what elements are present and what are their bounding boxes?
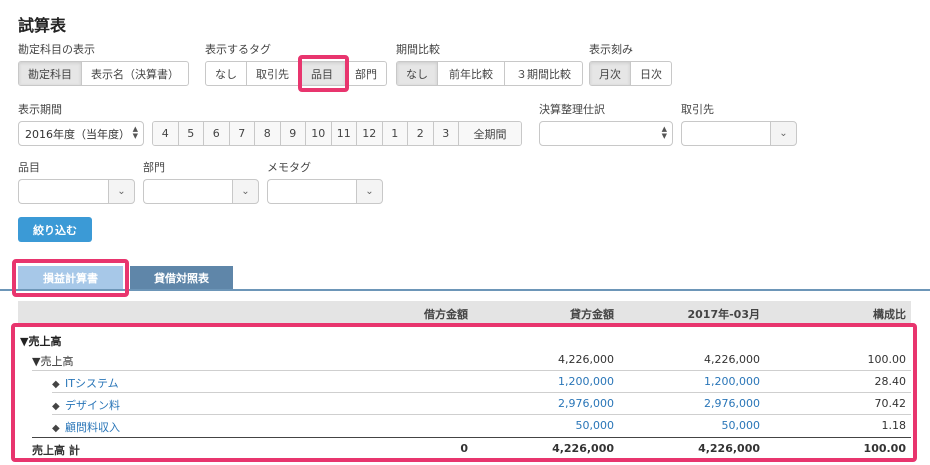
row-name: 売上高 計 — [32, 444, 80, 457]
closing-label: 決算整理仕訳 — [539, 103, 605, 116]
partner-combobox: ⌄ — [681, 121, 797, 146]
page-title: 試算表 — [18, 16, 67, 35]
month-button[interactable]: 11 — [331, 122, 357, 145]
item-input[interactable] — [18, 179, 108, 204]
period-label: 表示期間 — [18, 103, 62, 116]
chevron-down-icon[interactable]: ⌄ — [356, 179, 383, 204]
row-ratio: 1.18 — [881, 419, 907, 432]
table-row-total[interactable]: 売上高 計 0 4,226,000 4,226,000 100.00 — [32, 437, 911, 459]
chevron-down-icon[interactable]: ⌄ — [232, 179, 259, 204]
row-name: ▼売上高 — [20, 335, 62, 348]
tab-income-statement[interactable]: 損益計算書 — [18, 266, 123, 290]
month-button[interactable]: 10 — [306, 122, 332, 145]
dept-combobox: ⌄ — [143, 179, 259, 204]
table-row[interactable]: ▼売上高 4,226,000 4,226,000 100.00 — [32, 349, 911, 371]
account-display-toggle: 勘定科目 表示名（決算書） — [18, 61, 189, 86]
select-arrows-icon: ▲ ▼ — [661, 125, 667, 140]
tag-option-none[interactable]: なし — [206, 62, 247, 85]
tag-option-item[interactable]: 品目 — [299, 62, 346, 85]
account-display-option-display-name[interactable]: 表示名（決算書） — [82, 62, 188, 85]
tag-display-toggle: なし 取引先 品目 部門 — [205, 61, 387, 86]
tag-icon: ◆ — [52, 401, 60, 412]
tab-balance-sheet[interactable]: 貸借対照表 — [130, 266, 233, 290]
row-name: ▼売上高 — [32, 355, 74, 368]
chevron-down-icon[interactable]: ⌄ — [770, 121, 797, 146]
memo-tag-input[interactable] — [267, 179, 356, 204]
period-compare-label: 期間比較 — [396, 43, 440, 56]
row-month[interactable]: 1,200,000 — [650, 375, 760, 388]
row-credit[interactable]: 50,000 — [504, 419, 615, 432]
month-button[interactable]: 12 — [357, 122, 383, 145]
header-credit: 貸方金額 — [570, 308, 614, 321]
filter-submit-button[interactable]: 絞り込む — [18, 217, 92, 242]
table-row[interactable]: ◆ デザイン料 2,976,000 2,976,000 70.42 — [52, 393, 911, 415]
row-month: 4,226,000 — [704, 353, 760, 366]
compare-option-none[interactable]: なし — [397, 62, 438, 85]
row-credit: 4,226,000 — [558, 353, 614, 366]
all-period-button[interactable]: 全期間 — [459, 122, 521, 145]
row-name-link[interactable]: 顧問料収入 — [65, 421, 120, 434]
month-button[interactable]: 7 — [229, 122, 255, 145]
item-combobox: ⌄ — [18, 179, 135, 204]
compare-option-prev-year[interactable]: 前年比較 — [438, 62, 505, 85]
header-ratio: 構成比 — [873, 308, 906, 321]
dept-input[interactable] — [143, 179, 232, 204]
month-range-selector: 4 5 6 7 8 9 10 11 12 1 2 3 全期間 — [152, 121, 522, 146]
table-row[interactable]: ▼売上高 — [18, 329, 911, 351]
closing-entries-select[interactable]: ▲ ▼ — [539, 121, 673, 146]
row-credit: 4,226,000 — [552, 442, 614, 455]
row-debit: 0 — [460, 442, 468, 455]
row-month[interactable]: 2,976,000 — [650, 397, 760, 410]
fiscal-year-value: 2016年度（当年度） — [25, 127, 130, 141]
header-debit: 借方金額 — [424, 308, 468, 321]
month-button[interactable]: 2 — [408, 122, 434, 145]
month-button[interactable]: 3 — [433, 122, 459, 145]
month-button[interactable]: 9 — [280, 122, 306, 145]
memo-tag-label: メモタグ — [267, 161, 311, 174]
granularity-option-daily[interactable]: 日次 — [631, 62, 671, 85]
header-month: 2017年-03月 — [687, 308, 761, 321]
tab-divider — [0, 289, 930, 291]
row-ratio: 100.00 — [867, 353, 907, 366]
row-ratio: 100.00 — [863, 442, 906, 455]
item-label: 品目 — [18, 161, 40, 174]
chevron-down-icon[interactable]: ⌄ — [108, 179, 135, 204]
tag-option-partner[interactable]: 取引先 — [247, 62, 299, 85]
tag-icon: ◆ — [52, 423, 60, 434]
memo-tag-combobox: ⌄ — [267, 179, 383, 204]
granularity-label: 表示刻み — [589, 43, 633, 56]
table-header: 借方金額 貸方金額 2017年-03月 構成比 — [18, 301, 911, 323]
tag-icon: ◆ — [52, 379, 60, 390]
month-button[interactable]: 6 — [204, 122, 230, 145]
granularity-toggle: 月次 日次 — [589, 61, 672, 86]
row-ratio: 28.40 — [874, 375, 907, 388]
fiscal-year-select[interactable]: 2016年度（当年度） ▲ ▼ — [18, 121, 144, 146]
compare-option-three-periods[interactable]: ３期間比較 — [505, 62, 582, 85]
account-display-label: 勘定科目の表示 — [18, 43, 95, 56]
period-compare-toggle: なし 前年比較 ３期間比較 — [396, 61, 583, 86]
month-button[interactable]: 4 — [153, 122, 179, 145]
table-row[interactable]: ◆ 顧問料収入 50,000 50,000 1.18 — [52, 415, 911, 437]
partner-label: 取引先 — [681, 103, 714, 116]
select-arrows-icon: ▲ ▼ — [132, 125, 138, 140]
granularity-option-monthly[interactable]: 月次 — [590, 62, 631, 85]
partner-input[interactable] — [681, 121, 770, 146]
row-credit[interactable]: 2,976,000 — [504, 397, 614, 410]
month-button[interactable]: 1 — [382, 122, 408, 145]
dept-label: 部門 — [143, 161, 165, 174]
row-name-link[interactable]: ITシステム — [65, 377, 119, 390]
row-month[interactable]: 50,000 — [650, 419, 761, 432]
table-row[interactable]: ◆ ITシステム 1,200,000 1,200,000 28.40 — [52, 371, 911, 393]
account-display-option-account[interactable]: 勘定科目 — [19, 62, 82, 85]
row-month: 4,226,000 — [698, 442, 760, 455]
tag-option-dept[interactable]: 部門 — [346, 62, 386, 85]
row-credit[interactable]: 1,200,000 — [504, 375, 614, 388]
tag-display-label: 表示するタグ — [205, 43, 271, 56]
month-button[interactable]: 8 — [255, 122, 281, 145]
row-ratio: 70.42 — [874, 397, 907, 410]
month-button[interactable]: 5 — [178, 122, 204, 145]
row-name-link[interactable]: デザイン料 — [65, 399, 120, 412]
